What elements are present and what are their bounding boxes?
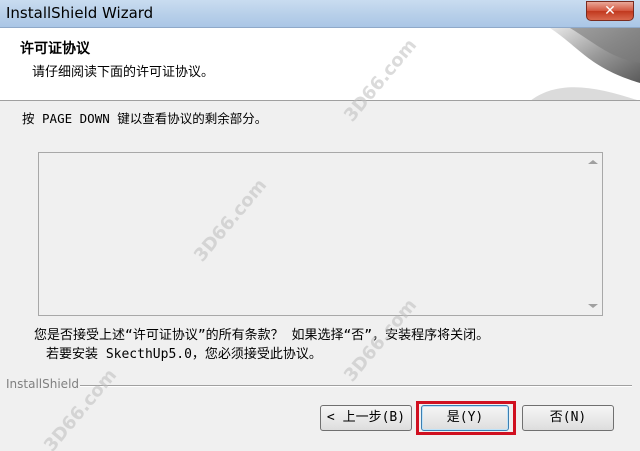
title-bar[interactable]: InstallShield Wizard ✕ [0, 0, 640, 28]
footer-divider [80, 385, 632, 387]
license-text-area[interactable] [38, 152, 603, 316]
page-subtitle: 请仔细阅读下面的许可证协议。 [32, 65, 215, 80]
accept-question: 您是否接受上述“许可证协议”的所有条款？ 如果选择“否”，安装程序将关闭。 [34, 328, 490, 343]
accept-requirement: 若要安装 SkecthUp5.0，您必须接受此协议。 [46, 347, 322, 362]
wizard-header: 许可证协议 请仔细阅读下面的许可证协议。 [0, 28, 640, 101]
installshield-window: InstallShield Wizard ✕ 许可证协议 请仔细阅读下面的许可证… [0, 0, 640, 451]
close-button[interactable]: ✕ [586, 1, 634, 21]
instruction-text: 按 PAGE DOWN 键以查看协议的剩余部分。 [22, 111, 268, 126]
close-icon: ✕ [604, 3, 616, 19]
no-button[interactable]: 否(N) [522, 405, 614, 431]
installshield-brand: InstallShield [6, 377, 80, 391]
banner-graphic [531, 28, 640, 100]
window-title: InstallShield Wizard [6, 4, 154, 22]
page-title: 许可证协议 [20, 41, 90, 57]
scroll-down-icon[interactable] [588, 304, 598, 308]
yes-button-highlight [416, 401, 516, 435]
scroll-up-icon[interactable] [588, 160, 598, 164]
license-scrollbar[interactable] [585, 153, 602, 315]
license-text [43, 157, 584, 311]
back-button[interactable]: < 上一步(B) [320, 405, 412, 431]
